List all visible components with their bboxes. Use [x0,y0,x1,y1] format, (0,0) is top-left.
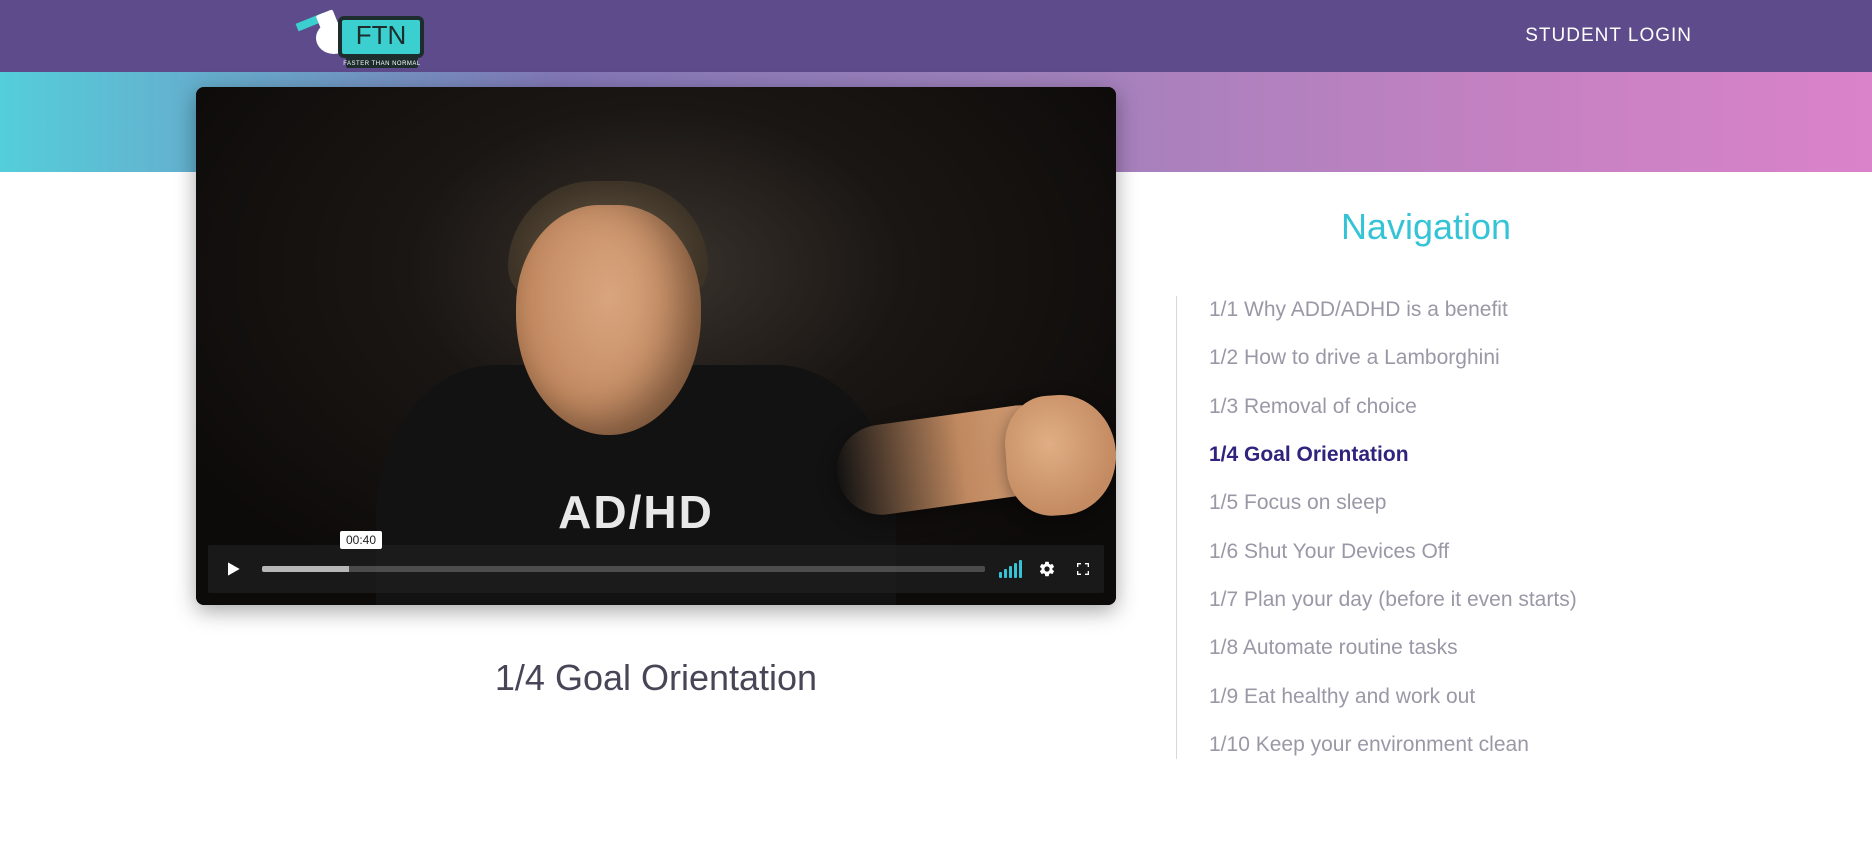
video-player[interactable]: AD/HD 00:40 [196,87,1116,605]
time-tooltip: 00:40 [340,531,382,549]
video-thumbnail: AD/HD [346,175,966,605]
nav-item-6[interactable]: 1/6 Shut Your Devices Off [1209,538,1676,566]
lesson-column: AD/HD 00:40 [196,87,1116,759]
site-logo[interactable]: FTN FASTER THAN NORMAL [290,0,430,76]
progress-bar[interactable]: 00:40 [262,559,985,579]
nav-item-1[interactable]: 1/1 Why ADD/ADHD is a benefit [1209,296,1676,324]
lesson-title: 1/4 Goal Orientation [196,657,1116,699]
site-header: FTN FASTER THAN NORMAL STUDENT LOGIN [0,0,1872,72]
logo-abbr: FTN [356,20,407,50]
settings-icon[interactable] [1036,558,1058,580]
logo-tagline: FASTER THAN NORMAL [343,61,421,67]
nav-item-4[interactable]: 1/4 Goal Orientation [1209,441,1676,469]
nav-item-9[interactable]: 1/9 Eat healthy and work out [1209,683,1676,711]
nav-list: 1/1 Why ADD/ADHD is a benefit 1/2 How to … [1176,296,1676,759]
fullscreen-icon[interactable] [1072,558,1094,580]
sidebar-title: Navigation [1176,206,1676,248]
volume-icon[interactable] [999,560,1022,578]
nav-item-2[interactable]: 1/2 How to drive a Lamborghini [1209,344,1676,372]
nav-item-7[interactable]: 1/7 Plan your day (before it even starts… [1209,586,1676,614]
video-controls: 00:40 [208,545,1104,593]
video-frame: AD/HD [196,87,1116,605]
nav-item-3[interactable]: 1/3 Removal of choice [1209,393,1676,421]
play-button[interactable] [218,554,248,584]
shirt-text: AD/HD [376,485,896,539]
sidebar: Navigation 1/1 Why ADD/ADHD is a benefit… [1176,172,1676,759]
main-container: AD/HD 00:40 [176,172,1696,819]
nav-item-5[interactable]: 1/5 Focus on sleep [1209,489,1676,517]
nav-item-10[interactable]: 1/10 Keep your environment clean [1209,731,1676,759]
student-login-link[interactable]: STUDENT LOGIN [1525,25,1692,47]
nav-item-8[interactable]: 1/8 Automate routine tasks [1209,634,1676,662]
